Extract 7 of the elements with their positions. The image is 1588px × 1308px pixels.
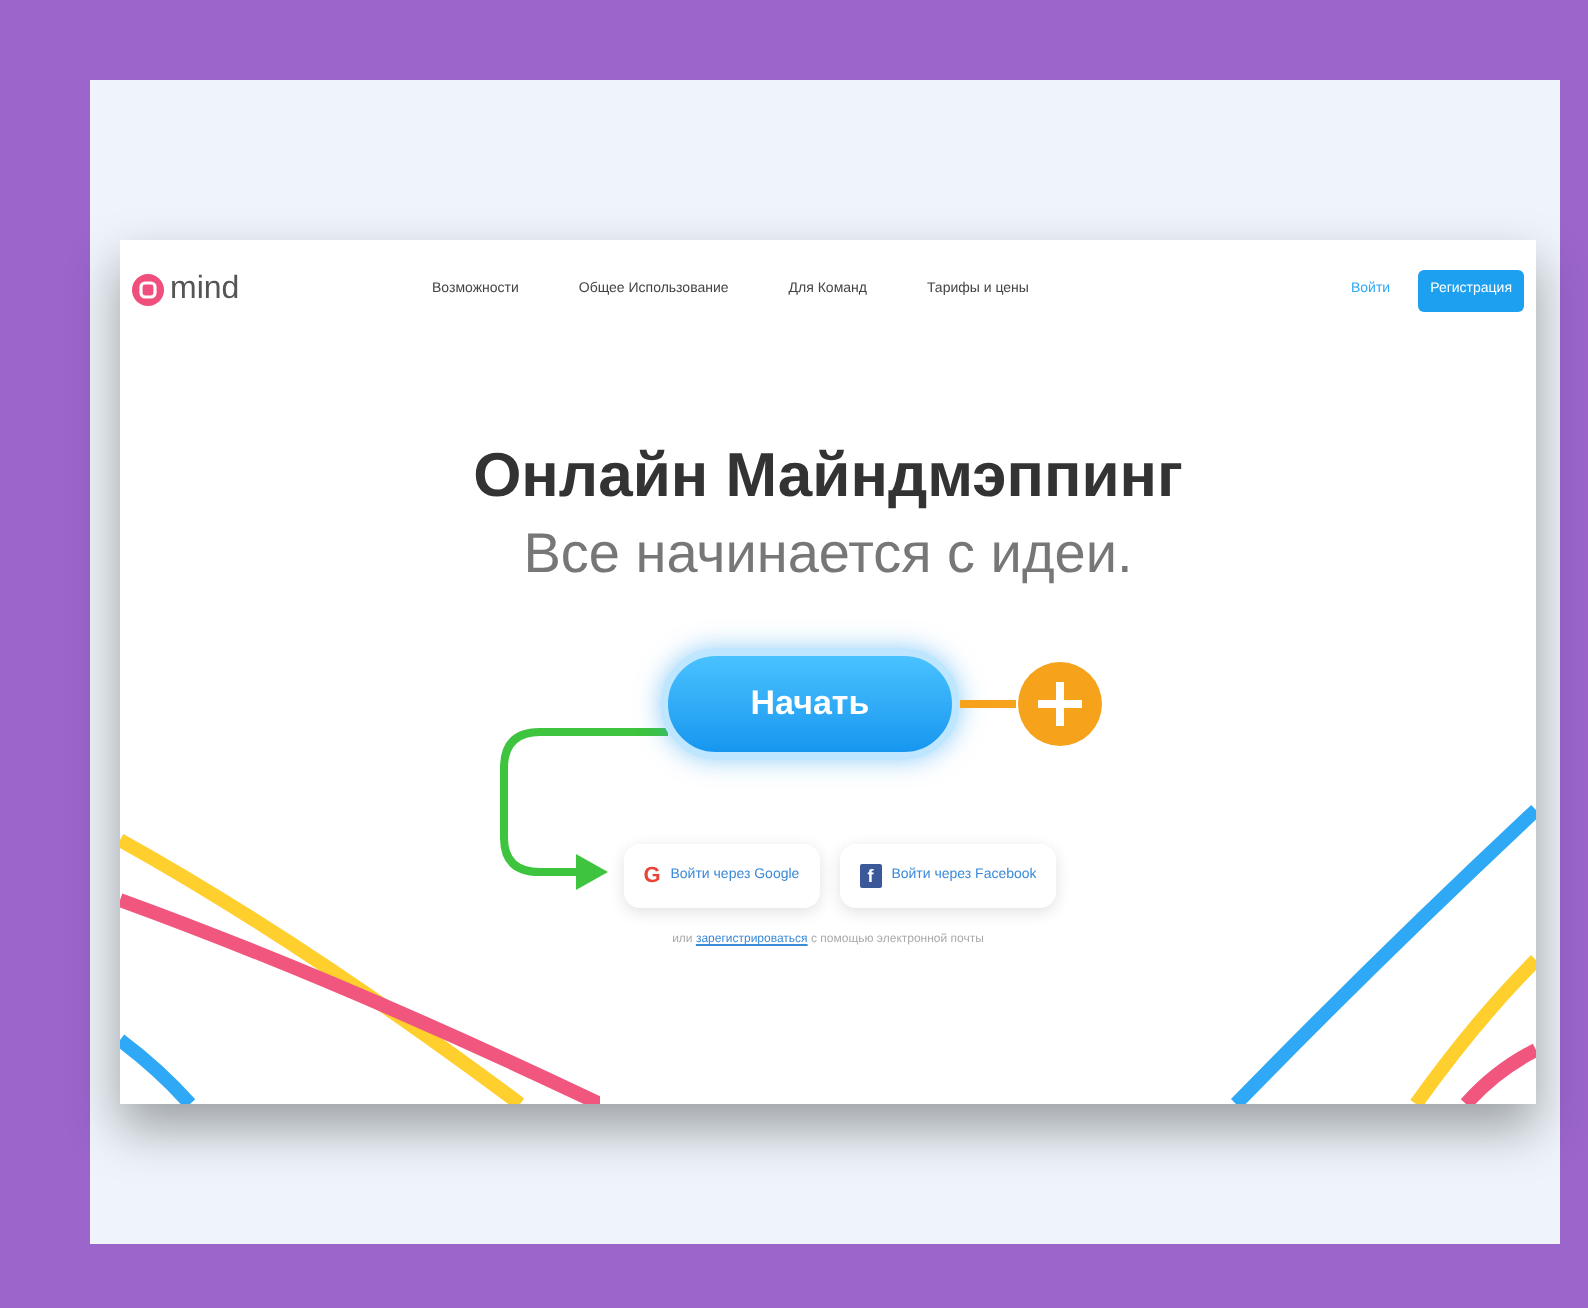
google-icon: G — [643, 865, 661, 887]
hero-subtitle: Все начинается с идеи. — [523, 526, 1133, 582]
logo-text: mind — [170, 270, 240, 310]
facebook-icon: f — [859, 864, 882, 888]
logo-icon — [132, 274, 164, 306]
add-icon — [1016, 660, 1104, 748]
hero-title: Онлайн Майндмэппинг — [473, 444, 1183, 506]
